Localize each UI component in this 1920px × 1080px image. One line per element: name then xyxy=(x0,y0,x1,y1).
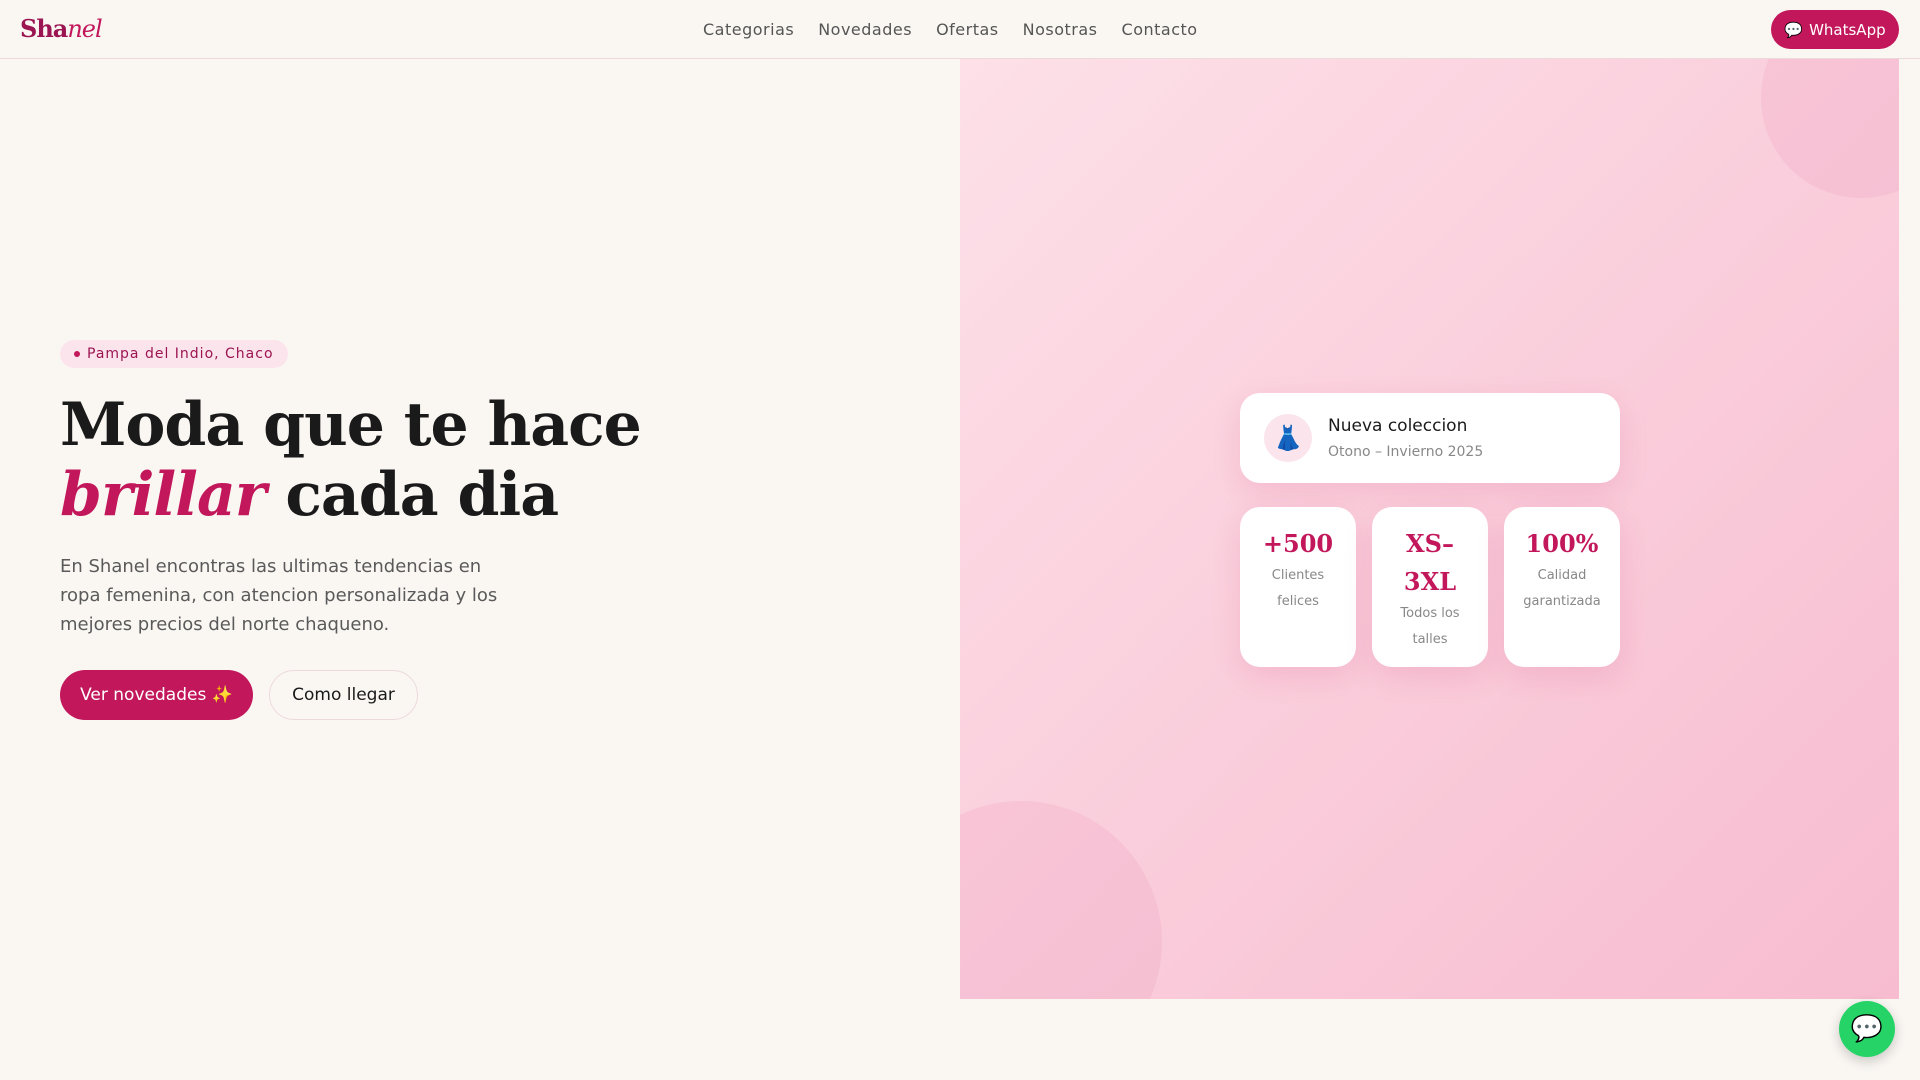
collection-card: 👗 Nueva coleccion Otono – Invierno 2025 xyxy=(1240,393,1620,483)
nav-link-ofertas[interactable]: Ofertas xyxy=(936,20,999,39)
whatsapp-button[interactable]: 💬 WhatsApp xyxy=(1771,10,1899,49)
location-badge: Pampa del Indio, Chaco xyxy=(60,340,288,368)
nav-links: Categorias Novedades Ofertas Nosotras Co… xyxy=(703,20,1198,39)
logo[interactable]: Shanel xyxy=(20,14,103,43)
stat-label: Clientes felices xyxy=(1271,568,1325,609)
title-line-2: cada dia xyxy=(285,460,559,530)
decor-circle xyxy=(960,801,1162,999)
hero-title: Moda que te hace brillar cada dia xyxy=(60,390,642,530)
stat-value: 100% xyxy=(1525,529,1599,558)
logo-text-accent: nel xyxy=(67,15,102,43)
nav-link-novedades[interactable]: Novedades xyxy=(818,20,912,39)
stat-value: +500 xyxy=(1262,529,1334,558)
nav-link-contacto[interactable]: Contacto xyxy=(1122,20,1198,39)
dot-icon xyxy=(74,351,80,357)
nav-link-categorias[interactable]: Categorias xyxy=(703,20,794,39)
title-accent: brillar xyxy=(60,460,266,530)
logo-text: Sha xyxy=(20,14,68,43)
chat-bubble-icon: 💬 xyxy=(1784,20,1804,39)
ver-novedades-button[interactable]: Ver novedades ✨ xyxy=(60,670,253,720)
whatsapp-label: WhatsApp xyxy=(1809,20,1886,39)
collection-title: Nueva coleccion xyxy=(1328,416,1468,436)
stat-card: XS–3XL Todos los talles xyxy=(1372,507,1488,667)
stat-card: 100% Calidad garantizada xyxy=(1504,507,1620,667)
dress-icon: 👗 xyxy=(1264,414,1312,462)
location-text: Pampa del Indio, Chaco xyxy=(87,346,274,362)
top-navbar: Shanel Categorias Novedades Ofertas Noso… xyxy=(0,0,1920,59)
nav-link-nosotras[interactable]: Nosotras xyxy=(1023,20,1098,39)
hero-description: En Shanel encontras las ultimas tendenci… xyxy=(60,556,498,635)
stat-card: +500 Clientes felices xyxy=(1240,507,1356,667)
collection-subtitle: Otono – Invierno 2025 xyxy=(1328,444,1484,460)
decor-circle xyxy=(1761,59,1899,198)
stat-label: Calidad garantizada xyxy=(1523,568,1601,609)
title-line-1: Moda que te hace xyxy=(60,390,642,460)
stat-value: XS–3XL xyxy=(1403,529,1457,596)
stat-label: Todos los talles xyxy=(1400,606,1460,647)
chat-bubble-icon: 💬 xyxy=(1850,1014,1884,1044)
whatsapp-floating-button[interactable]: 💬 xyxy=(1839,1001,1895,1057)
como-llegar-button[interactable]: Como llegar xyxy=(269,670,418,720)
